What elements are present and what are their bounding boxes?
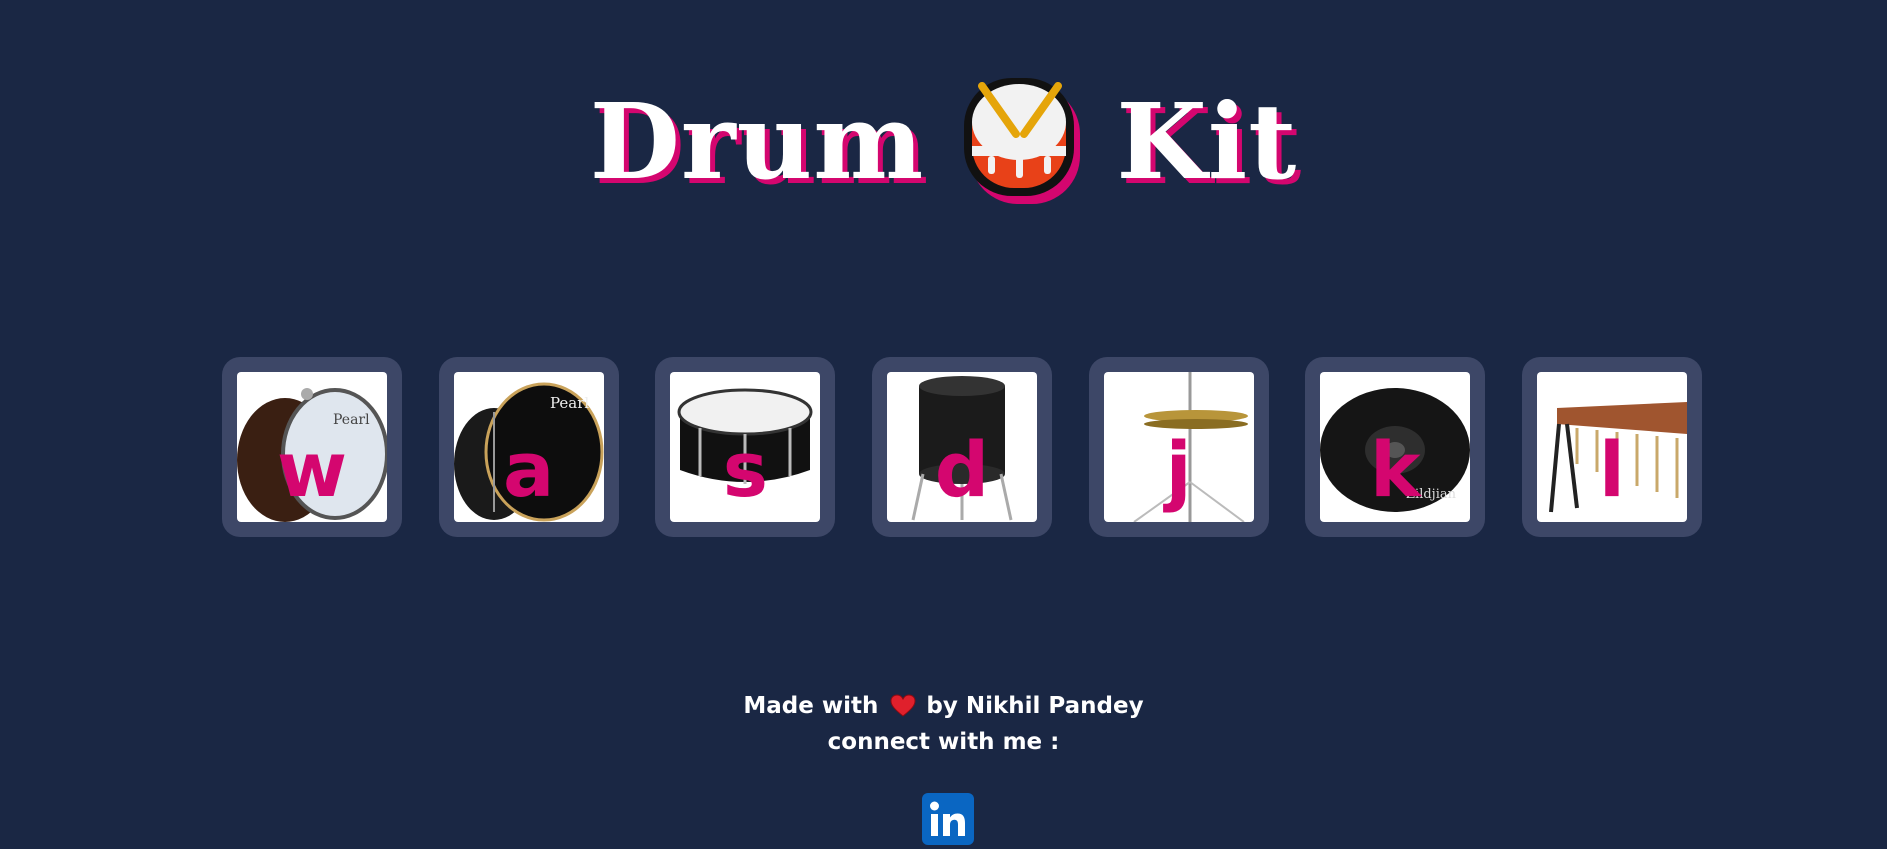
title-word-drum: Drum [589, 80, 925, 203]
drum-key-label: l [1598, 425, 1625, 514]
footer: Made with by Nikhil Pandey connect with … [0, 688, 1887, 760]
drum-key-label: j [1165, 425, 1192, 514]
connect-text: connect with me : [827, 729, 1060, 755]
hi-hat-image: j [1103, 372, 1254, 522]
credit-line: Made with by Nikhil Pandey [0, 688, 1887, 724]
drum-key-label: s [722, 425, 768, 514]
page-title: Drum Kit [0, 72, 1887, 212]
drum-key-d[interactable]: d [871, 357, 1052, 537]
drum-key-j[interactable]: j [1088, 357, 1269, 537]
title-word-kit: Kit [1116, 80, 1298, 203]
connect-line: connect with me : [0, 724, 1887, 760]
drum-key-s[interactable]: s [655, 357, 836, 537]
drum-key-l[interactable]: l [1521, 357, 1702, 537]
author-text: by Nikhil Pandey [926, 693, 1144, 719]
drum-key-w[interactable]: Pearl w [222, 357, 402, 537]
heart-icon [890, 693, 916, 719]
bass-drum-image: Pearl w [237, 372, 387, 522]
drum-grid: Pearl w Pearl a s d j Zildjian k l [222, 357, 1702, 537]
crash-cymbal-image: Zildjian k [1320, 372, 1471, 522]
drum-key-label: d [934, 425, 990, 514]
drum-key-label: a [503, 425, 555, 514]
svg-text:Pearl: Pearl [550, 394, 589, 412]
floor-tom-image: d [886, 372, 1037, 522]
drum-key-a[interactable]: Pearl a [438, 357, 619, 537]
drum-key-label: k [1370, 425, 1421, 514]
made-with-text: Made with [743, 693, 879, 719]
bass-drum-black-image: Pearl a [453, 372, 604, 522]
linkedin-icon[interactable] [922, 793, 974, 845]
snare-drum-image: s [670, 372, 821, 522]
drum-icon [960, 72, 1090, 212]
marimba-image: l [1536, 372, 1687, 522]
drum-key-k[interactable]: Zildjian k [1305, 357, 1486, 537]
drum-key-label: w [276, 425, 348, 514]
